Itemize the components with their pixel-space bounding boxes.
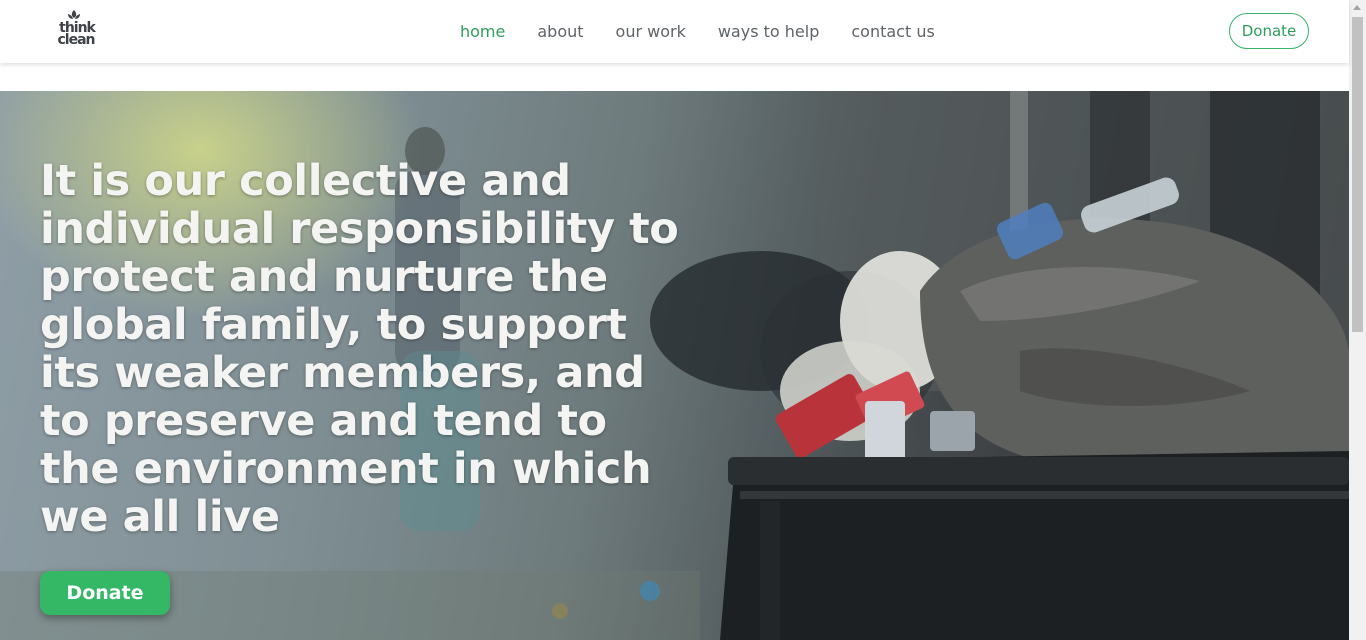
nav-link-ways-to-help[interactable]: ways to help [702, 22, 836, 41]
scrollbar-thumb[interactable] [1352, 17, 1363, 332]
scroll-up-arrow-icon[interactable] [1353, 5, 1361, 10]
page-scrollbar[interactable] [1349, 0, 1366, 640]
nav-link-our-work[interactable]: our work [600, 22, 702, 41]
nav-link-about[interactable]: about [521, 22, 599, 41]
hero-quote: It is our collective and individual resp… [40, 156, 679, 542]
top-navbar: think clean home about our work ways to … [0, 0, 1349, 63]
think-clean-logo[interactable]: think clean [52, 8, 102, 48]
nav-donate-button[interactable]: Donate [1229, 13, 1309, 49]
hero-donate-button[interactable]: Donate [40, 571, 170, 615]
leaf-icon: think clean [57, 10, 98, 48]
nav-link-contact-us[interactable]: contact us [835, 22, 950, 41]
hero-section: It is our collective and individual resp… [0, 91, 1349, 640]
nav-link-home[interactable]: home [444, 22, 521, 41]
logo-text-bottom: clean [57, 32, 94, 48]
main-nav: home about our work ways to help contact… [444, 0, 951, 63]
